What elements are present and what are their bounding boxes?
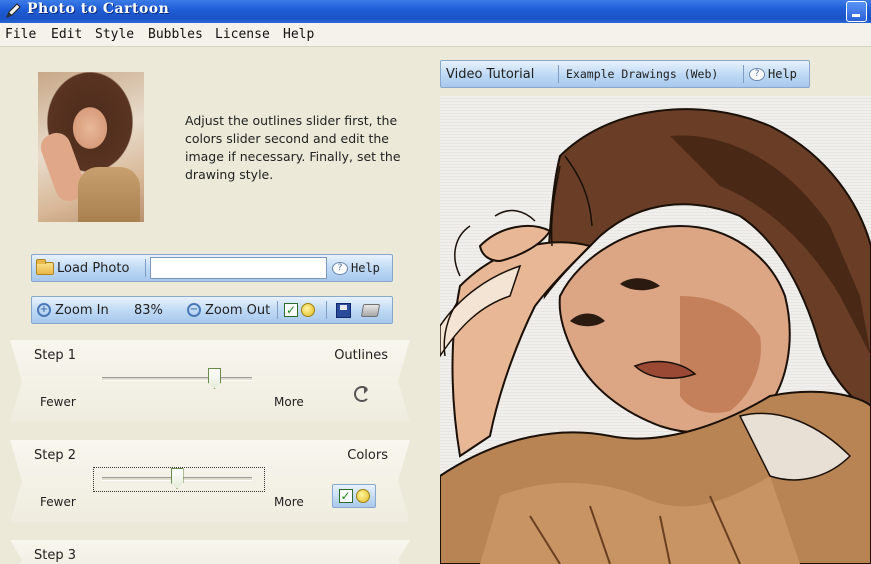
save-button[interactable] [336,297,351,323]
outlines-more-label: More [274,395,304,409]
zoom-toolbar: + Zoom In 83% − Zoom Out ✓ [31,296,393,324]
help-button[interactable]: ? Help [332,255,380,281]
zoom-out-icon: − [187,303,201,317]
zoom-level: 83% [134,297,163,323]
help-bubble-icon: ? [332,261,348,275]
reset-icon[interactable] [354,386,370,402]
title-bar: Photo to Cartoon [0,0,871,23]
folder-icon [36,258,54,275]
printer-icon [360,303,381,317]
color-options-button[interactable]: ✓ [332,484,376,508]
video-tutorial-label: Video Tutorial [446,66,535,82]
zoom-out-label: Zoom Out [205,302,271,318]
load-photo-button[interactable]: Load Photo [36,255,129,281]
checkbox-icon: ✓ [284,303,298,317]
help-label: Help [351,261,380,275]
toggle-option-button[interactable]: ✓ [284,297,315,323]
menu-help[interactable]: Help [283,27,314,42]
zoom-level-value: 83% [134,302,163,318]
window-title: Photo to Cartoon [27,1,170,17]
step-1-panel: Step 1 Outlines Fewer More [10,340,410,422]
smiley-icon [355,489,370,503]
step-3-label: Step 3 [34,548,77,563]
colors-more-label: More [274,495,304,509]
zoom-in-label: Zoom In [55,302,109,318]
instructions-text: Adjust the outlines slider first, the co… [185,113,401,182]
help-bubble-icon: ? [749,67,765,81]
load-photo-label: Load Photo [57,260,130,276]
outlines-slider-thumb[interactable] [208,368,221,389]
menu-file[interactable]: File [5,27,36,42]
menu-bar: File Edit Style Bubbles License Help [0,23,871,47]
colors-fewer-label: Fewer [40,495,76,509]
menu-license[interactable]: License [215,27,270,42]
smiley-icon [301,303,315,317]
menu-bubbles[interactable]: Bubbles [148,27,203,42]
outlines-label: Outlines [334,348,388,363]
right-help-label: Help [768,67,797,81]
outlines-slider-track[interactable] [102,377,252,381]
step-2-panel: Step 2 Colors Fewer More ✓ [10,440,410,522]
step-1-label: Step 1 [34,348,77,363]
video-tutorial-button[interactable]: Video Tutorial [446,61,534,87]
cartoon-image [440,108,871,564]
colors-label: Colors [347,448,388,463]
load-toolbar: Load Photo ? Help [31,254,393,282]
zoom-in-icon: + [37,303,51,317]
step-2-label: Step 2 [34,448,77,463]
outlines-fewer-label: Fewer [40,395,76,409]
cartoon-canvas[interactable] [440,96,871,564]
pencil-icon [6,3,21,18]
step-3-panel: Step 3 [10,540,410,564]
right-help-button[interactable]: ? Help [749,61,797,87]
checkbox-icon: ✓ [338,489,353,503]
photo-path-input[interactable] [150,257,327,279]
example-drawings-label: Example Drawings (Web) [566,67,719,81]
example-drawings-button[interactable]: Example Drawings (Web) [566,61,718,87]
menu-style[interactable]: Style [95,27,134,42]
zoom-out-button[interactable]: − Zoom Out [187,297,270,323]
save-icon [336,302,351,318]
zoom-in-button[interactable]: + Zoom In [37,297,109,323]
menu-edit[interactable]: Edit [51,27,82,42]
print-button[interactable] [360,297,381,323]
right-toolbar: Video Tutorial Example Drawings (Web) ? … [440,60,810,88]
minimize-button[interactable] [846,1,867,22]
photo-thumbnail [36,72,144,222]
